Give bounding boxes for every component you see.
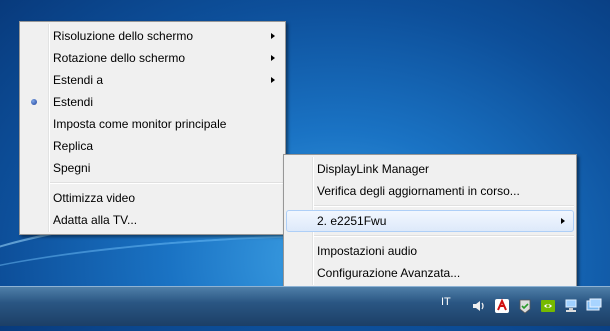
menu-item-label: Imposta come monitor principale (53, 117, 227, 131)
menu-item-label: 2. e2251Fwu (317, 214, 387, 228)
menu-item-label: Verifica degli aggiornamenti in corso... (317, 184, 520, 198)
radio-selected-icon (31, 99, 37, 105)
submenu-arrow-icon (271, 77, 275, 83)
menu-item-screen-resolution[interactable]: Risoluzione dello schermo (20, 25, 285, 47)
menu-item-label: Estendi (53, 95, 94, 109)
taskbar: IT (0, 286, 610, 326)
menu-item-off[interactable]: Spegni (20, 157, 285, 179)
menu-item-fit-to-tv[interactable]: Adatta alla TV... (20, 209, 285, 231)
displaylink-icon[interactable] (586, 298, 602, 314)
submenu-arrow-icon (561, 218, 565, 224)
menu-item-label: Adatta alla TV... (53, 213, 138, 227)
menu-item-audio-settings[interactable]: Impostazioni audio (284, 240, 576, 262)
menu-item-extend[interactable]: Estendi (20, 91, 285, 113)
antivirus-icon[interactable] (494, 298, 510, 314)
network-icon[interactable] (563, 298, 579, 314)
speaker-icon[interactable] (471, 298, 487, 314)
menu-item-label: Replica (53, 139, 94, 153)
menu-item-label: Estendi a (53, 73, 104, 87)
menu-item-advanced-config[interactable]: Configurazione Avanzata... (284, 262, 576, 284)
menu-separator (314, 205, 574, 207)
action-center-icon[interactable] (517, 298, 533, 314)
context-menu-main: Risoluzione dello schermo Rotazione dell… (19, 21, 286, 235)
menu-separator (50, 182, 283, 184)
submenu-arrow-icon (271, 33, 275, 39)
menu-item-label: Rotazione dello schermo (53, 51, 186, 65)
menu-item-label: Spegni (53, 161, 91, 175)
menu-item-displaylink-manager[interactable]: DisplayLink Manager (284, 158, 576, 180)
menu-item-label: Configurazione Avanzata... (317, 266, 461, 280)
menu-item-monitor-e2251fwu[interactable]: 2. e2251Fwu (286, 210, 574, 232)
submenu-arrow-icon (271, 55, 275, 61)
menu-item-extend-to[interactable]: Estendi a (20, 69, 285, 91)
language-indicator[interactable]: IT (441, 296, 451, 308)
menu-item-check-updates[interactable]: Verifica degli aggiornamenti in corso... (284, 180, 576, 202)
menu-item-label: Risoluzione dello schermo (53, 29, 194, 43)
menu-separator (314, 235, 574, 237)
menu-item-mirror[interactable]: Replica (20, 135, 285, 157)
menu-item-label: Ottimizza video (53, 191, 136, 205)
menu-item-label: Impostazioni audio (317, 244, 418, 258)
menu-item-optimize-video[interactable]: Ottimizza video (20, 187, 285, 209)
menu-item-label: DisplayLink Manager (317, 162, 430, 176)
menu-item-screen-rotation[interactable]: Rotazione dello schermo (20, 47, 285, 69)
menu-item-set-primary[interactable]: Imposta come monitor principale (20, 113, 285, 135)
nvidia-icon[interactable] (540, 298, 556, 314)
context-menu-displaylink: DisplayLink Manager Verifica degli aggio… (283, 154, 577, 288)
